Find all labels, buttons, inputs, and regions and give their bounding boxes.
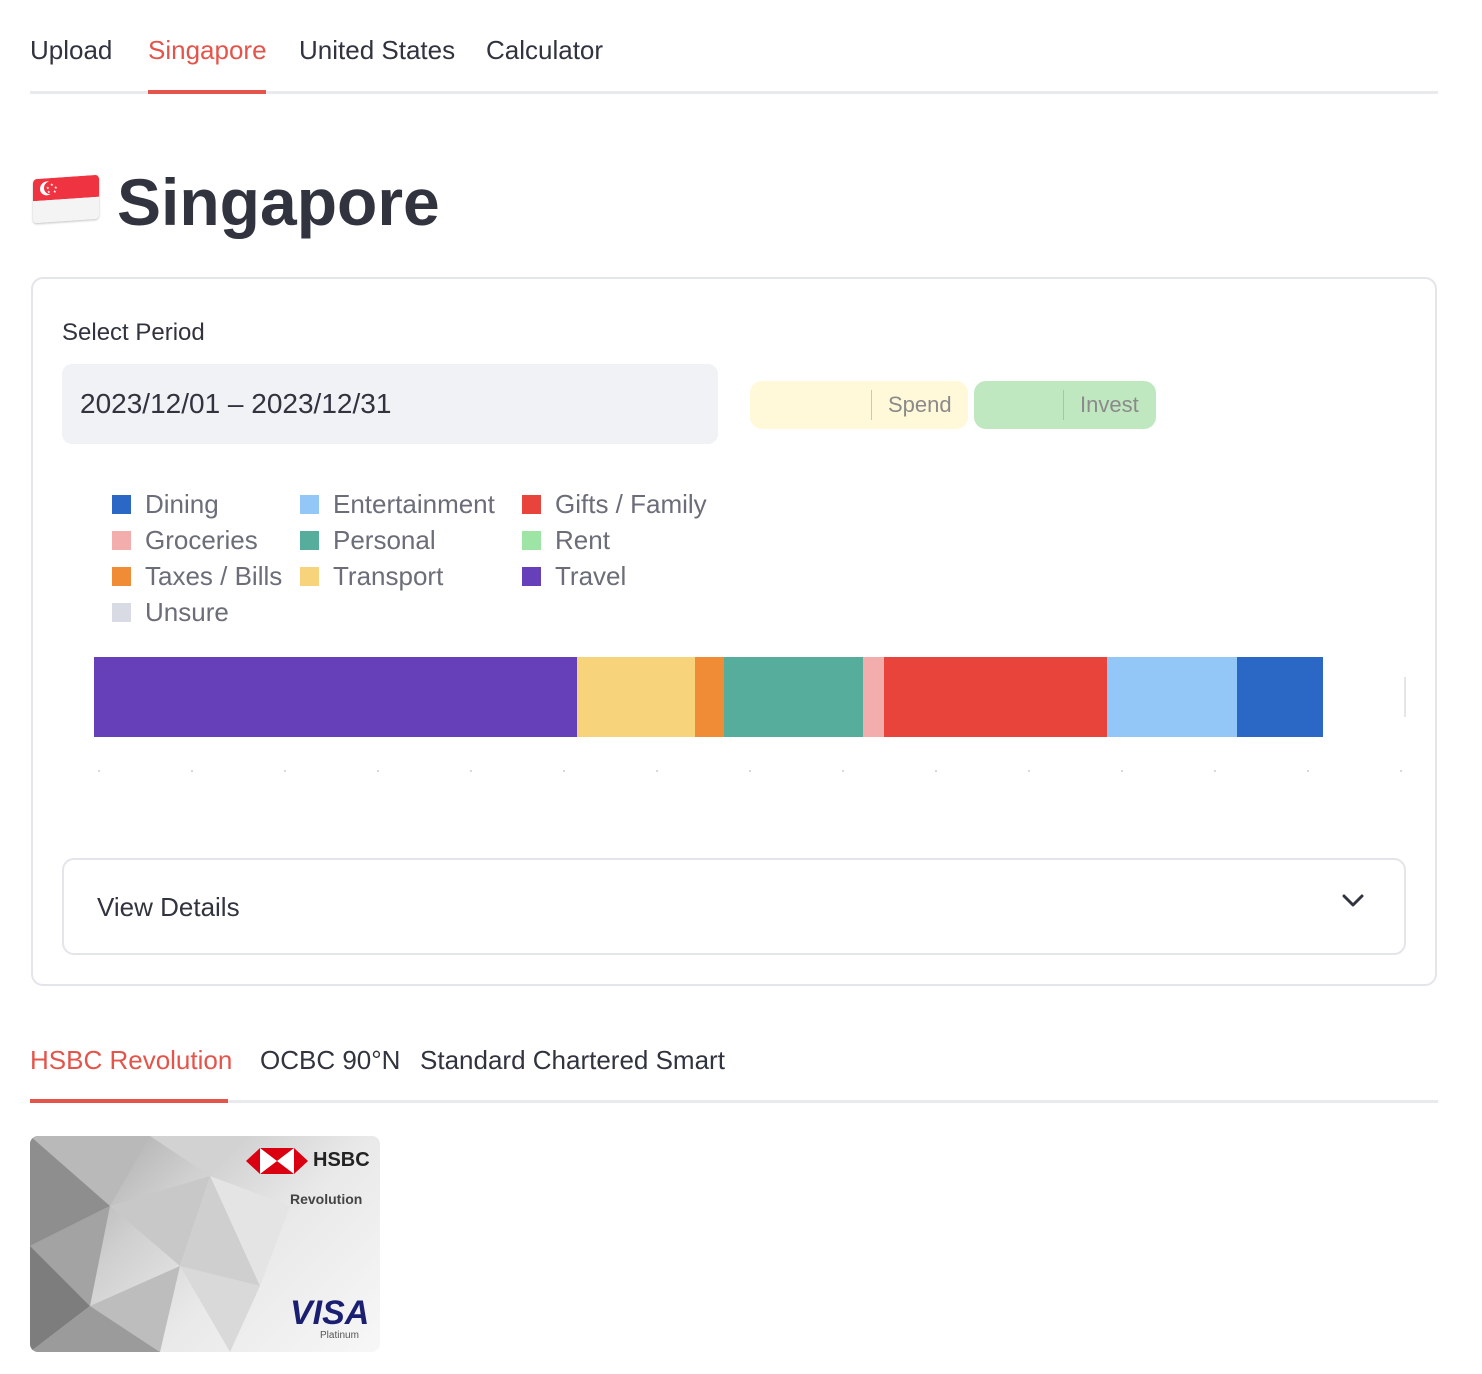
x-axis-tick	[470, 770, 472, 772]
tab-ocbc-90n[interactable]: OCBC 90°N	[260, 1040, 400, 1080]
legend-swatch	[112, 495, 131, 514]
legend-item-taxes-bills[interactable]: Taxes / Bills	[112, 561, 282, 591]
stacked-bar-chart	[94, 657, 1406, 737]
bar-segment-groceries[interactable]	[862, 657, 884, 737]
bar-segment-dining[interactable]	[1236, 657, 1324, 737]
tab-calculator[interactable]: Calculator	[486, 30, 603, 70]
page-title: Singapore	[117, 165, 440, 239]
chevron-down-icon	[1342, 894, 1364, 907]
spend-chip-label: Spend	[888, 392, 952, 417]
legend-item-unsure[interactable]: Unsure	[112, 597, 229, 627]
legend-item-groceries[interactable]: Groceries	[112, 525, 258, 555]
active-tab-underline	[148, 90, 266, 94]
legend-swatch	[300, 567, 319, 586]
legend-item-dining[interactable]: Dining	[112, 489, 219, 519]
card-tier: Platinum	[320, 1330, 359, 1341]
tab-upload[interactable]: Upload	[30, 30, 112, 70]
legend-swatch	[112, 531, 131, 550]
legend-item-personal[interactable]: Personal	[300, 525, 436, 555]
card-brand: HSBC	[313, 1149, 370, 1171]
x-axis-tick	[563, 770, 565, 772]
legend-swatch	[300, 495, 319, 514]
x-axis-tick	[1121, 770, 1123, 772]
bar-segment-personal[interactable]	[723, 657, 863, 737]
tab-hsbc-revolution[interactable]: HSBC Revolution	[30, 1040, 232, 1080]
bar-segment-entertainment[interactable]	[1106, 657, 1237, 737]
period-label: Select Period	[62, 319, 205, 346]
x-axis-tick	[377, 770, 379, 772]
x-axis-tick	[98, 770, 100, 772]
legend-swatch	[522, 531, 541, 550]
x-axis-tick	[1028, 770, 1030, 772]
tab-singapore[interactable]: Singapore	[148, 30, 267, 70]
card-tabs	[30, 1030, 1438, 1103]
x-axis-tick	[842, 770, 844, 772]
tab-united-states[interactable]: United States	[299, 30, 455, 70]
card-network: VISA	[290, 1294, 370, 1332]
legend-item-transport[interactable]: Transport	[300, 561, 443, 591]
legend-item-gifts-family[interactable]: Gifts / Family	[522, 489, 707, 519]
spend-chip[interactable]: Spend	[750, 381, 968, 429]
card-product: Revolution	[290, 1191, 363, 1207]
legend-item-travel[interactable]: Travel	[522, 561, 626, 591]
tab-standard-chartered-smart[interactable]: Standard Chartered Smart	[420, 1040, 725, 1080]
view-details-label: View Details	[97, 892, 240, 922]
x-axis-tick	[1400, 770, 1402, 772]
hsbc-hexagon-logo	[246, 1148, 308, 1174]
x-axis-tick	[284, 770, 286, 772]
legend-item-entertainment[interactable]: Entertainment	[300, 489, 495, 519]
legend-item-rent[interactable]: Rent	[522, 525, 610, 555]
x-axis-tick	[656, 770, 658, 772]
bar-segment-gifts-family[interactable]	[883, 657, 1107, 737]
chart-axis-end	[1404, 677, 1406, 717]
period-date-value: 2023/12/01 – 2023/12/31	[80, 388, 392, 419]
invest-chip[interactable]: Invest	[974, 381, 1156, 429]
x-axis-tick	[1214, 770, 1216, 772]
bar-segment-taxes-bills[interactable]	[694, 657, 724, 737]
x-axis-tick	[935, 770, 937, 772]
invest-chip-label: Invest	[1080, 392, 1139, 417]
x-axis-tick	[1307, 770, 1309, 772]
legend-swatch	[112, 603, 131, 622]
bar-segment-transport[interactable]	[576, 657, 695, 737]
x-axis-tick	[191, 770, 193, 772]
active-card-tab-underline	[30, 1099, 228, 1103]
bar-segment-travel[interactable]	[94, 657, 577, 737]
hsbc-revolution-card-image: HSBC Revolution VISA Platinum	[30, 1136, 380, 1352]
x-axis-tick	[749, 770, 751, 772]
legend-swatch	[522, 495, 541, 514]
legend-swatch	[112, 567, 131, 586]
legend-swatch	[300, 531, 319, 550]
period-date-input[interactable]: 2023/12/01 – 2023/12/31	[62, 364, 718, 444]
singapore-flag-icon: ★ ★ ★ ★ ★	[33, 174, 99, 224]
view-details-expander[interactable]: View Details	[62, 858, 1406, 955]
legend-swatch	[522, 567, 541, 586]
